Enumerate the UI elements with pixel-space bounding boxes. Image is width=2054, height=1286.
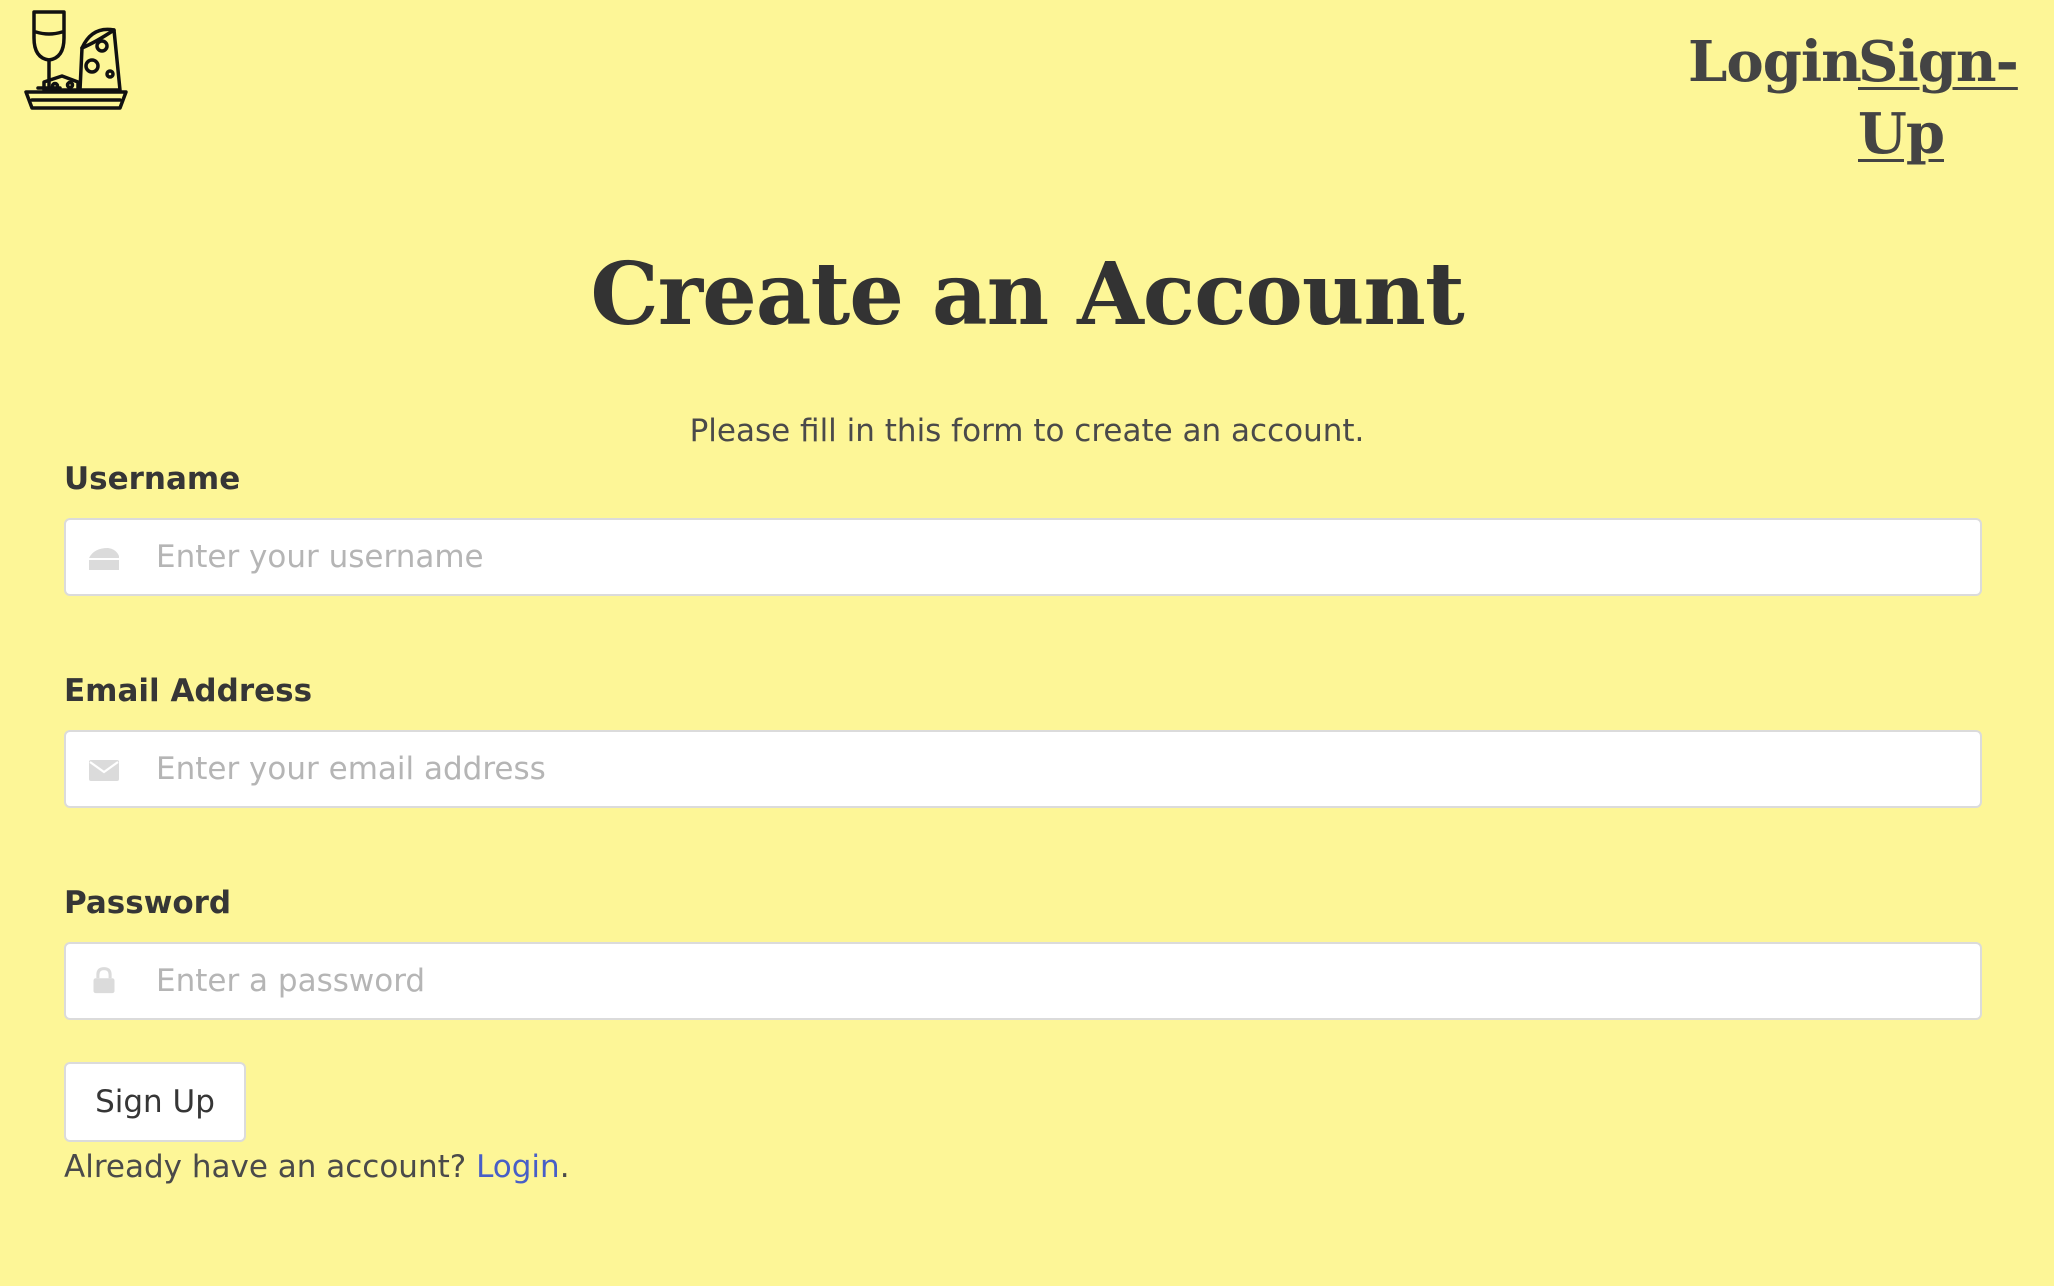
envelope-icon: [88, 756, 120, 784]
page-title: Create an Account: [590, 244, 1464, 345]
email-label: Email Address: [64, 673, 313, 709]
login-prompt-suffix: .: [559, 1149, 570, 1185]
page-subtitle: Please fill in this form to create an ac…: [689, 413, 1365, 449]
nav-login-link[interactable]: Login: [1688, 26, 1862, 98]
password-input[interactable]: [146, 944, 1956, 1018]
password-field-wrapper: [64, 942, 1982, 1020]
username-field-wrapper: [64, 518, 1982, 596]
nav-signup-link[interactable]: Sign-Up: [1858, 26, 2054, 170]
password-label: Password: [64, 885, 232, 921]
sign-up-button[interactable]: Sign Up: [64, 1062, 246, 1142]
wine-cheese-logo[interactable]: [22, 8, 130, 116]
navbar: Login Sign-Up: [0, 0, 2054, 167]
lock-icon: [88, 967, 120, 996]
email-input[interactable]: [146, 732, 1956, 806]
wine-cheese-logo-icon: [24, 10, 128, 110]
login-prompt-link[interactable]: Login: [476, 1149, 560, 1185]
login-prompt: Already have an account? Login.: [64, 1146, 570, 1188]
login-prompt-text: Already have an account?: [64, 1149, 467, 1185]
username-input[interactable]: [146, 520, 1956, 594]
cheese-icon: [88, 544, 120, 572]
email-field-wrapper: [64, 730, 1982, 808]
username-label: Username: [64, 461, 241, 497]
